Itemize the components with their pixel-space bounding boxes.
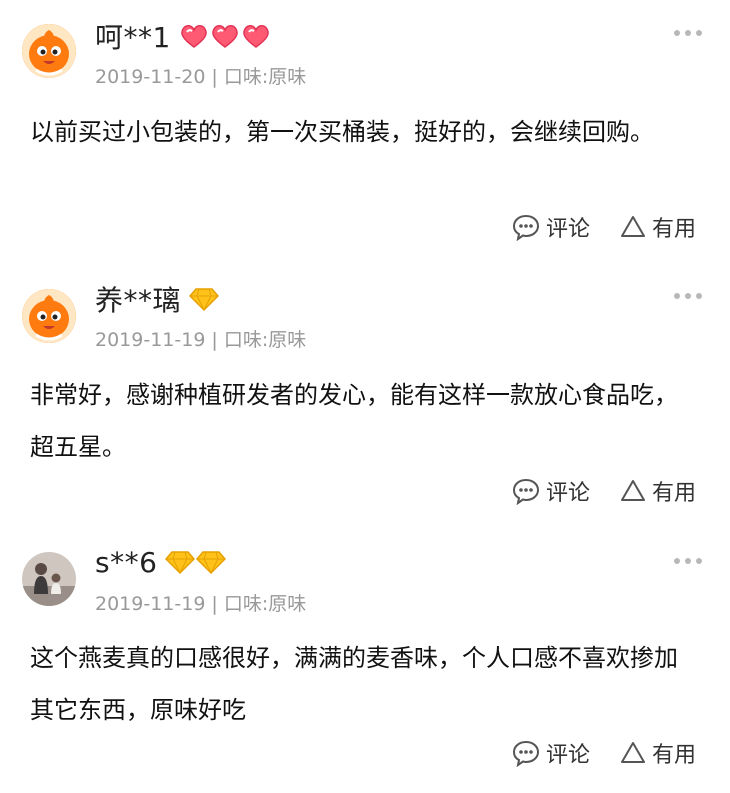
taobao-mascot-icon — [22, 289, 76, 343]
diamond-badge-icon — [189, 288, 220, 312]
username-row: s**6 — [95, 544, 227, 580]
comment-label: 评论 — [545, 481, 590, 506]
review-flavor: 口味:原味 — [223, 593, 307, 615]
username[interactable]: 呵**1 — [95, 16, 171, 56]
username[interactable]: 养**璃 — [95, 279, 181, 319]
more-options-icon[interactable] — [674, 28, 702, 38]
review-meta: 2019-11-20 | 口味:原味 — [95, 64, 306, 90]
user-level-badges — [179, 23, 271, 49]
review-actions: 评论 有用 — [512, 212, 696, 242]
username[interactable]: s**6 — [95, 546, 157, 579]
user-photo-avatar — [22, 552, 76, 606]
review-date: 2019-11-20 — [95, 66, 206, 88]
comment-icon — [512, 478, 539, 505]
avatar[interactable] — [22, 289, 76, 343]
review-date: 2019-11-19 — [95, 593, 206, 615]
comment-label: 评论 — [545, 743, 590, 768]
useful-triangle-icon — [620, 216, 645, 237]
useful-button[interactable]: 有用 — [620, 475, 696, 507]
review-content: 非常好，感谢种植研发者的发心，能有这样一款放心食品吃，超五星。 — [30, 381, 678, 461]
heart-badge-icon — [211, 25, 238, 48]
diamond-badge-icon — [165, 551, 196, 575]
comment-icon — [512, 740, 539, 767]
review-item: s**6 2019-11-19 | 口味:原味 这个燕麦真的口感很好，满满的麦香味，… — [0, 526, 730, 789]
meta-separator: | — [211, 66, 218, 88]
comment-button[interactable]: 评论 — [512, 475, 590, 507]
review-meta: 2019-11-19 | 口味:原味 — [95, 591, 306, 617]
more-options-icon[interactable] — [674, 556, 702, 566]
avatar[interactable] — [22, 24, 76, 78]
useful-triangle-icon — [620, 480, 645, 501]
more-options-icon[interactable] — [674, 291, 702, 301]
username-row: 养**璃 — [95, 279, 220, 319]
review-actions: 评论 有用 — [512, 738, 696, 768]
meta-separator: | — [211, 329, 218, 351]
useful-button[interactable]: 有用 — [620, 737, 696, 769]
heart-badge-icon — [180, 25, 207, 48]
review-content: 以前买过小包装的，第一次买桶装，挺好的，会继续回购。 — [30, 118, 654, 146]
review-date: 2019-11-19 — [95, 329, 206, 351]
taobao-mascot-icon — [22, 24, 76, 78]
user-level-badges — [165, 549, 227, 575]
heart-badge-icon — [242, 25, 269, 48]
review-item: 呵**1 2019-11-20 | 口味:原味 以前买过小包装的，第一次买桶装，挺好… — [0, 0, 730, 263]
user-level-badges — [189, 286, 220, 312]
useful-button[interactable]: 有用 — [620, 211, 696, 243]
username-row: 呵**1 — [95, 18, 271, 54]
avatar[interactable] — [22, 552, 76, 606]
meta-separator: | — [211, 593, 218, 615]
comment-label: 评论 — [545, 217, 590, 242]
review-flavor: 口味:原味 — [223, 66, 307, 88]
comment-icon — [512, 214, 539, 241]
review-meta: 2019-11-19 | 口味:原味 — [95, 327, 306, 353]
diamond-badge-icon — [196, 551, 227, 575]
review-flavor: 口味:原味 — [223, 329, 307, 351]
useful-triangle-icon — [620, 742, 645, 763]
useful-label: 有用 — [651, 217, 696, 242]
useful-label: 有用 — [651, 481, 696, 506]
review-content: 这个燕麦真的口感很好，满满的麦香味，个人口感不喜欢掺加其它东西，原味好吃 — [30, 644, 678, 724]
comment-button[interactable]: 评论 — [512, 737, 590, 769]
review-item: 养**璃 2019-11-19 | 口味:原味 非常好，感谢种植研发者的发心，能有这… — [0, 263, 730, 526]
review-actions: 评论 有用 — [512, 476, 696, 506]
comment-button[interactable]: 评论 — [512, 211, 590, 243]
useful-label: 有用 — [651, 743, 696, 768]
